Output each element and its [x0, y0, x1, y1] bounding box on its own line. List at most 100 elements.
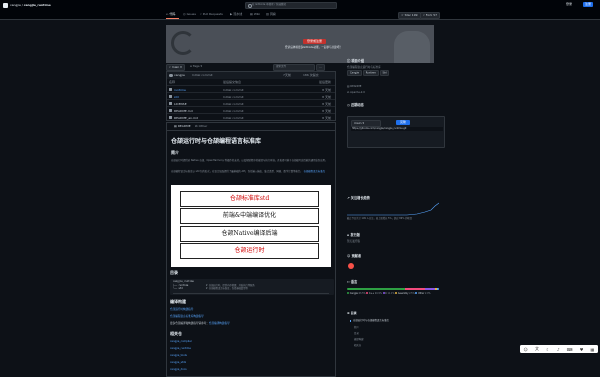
- search-input[interactable]: 在 GitCode 中搜索 / 快速跳转: [245, 2, 337, 9]
- search-placeholder: 在 GitCode 中搜索 / 快速跳转: [252, 3, 287, 6]
- topics: Cangjie Runtime Std: [347, 69, 390, 76]
- grid-icon[interactable]: ▦: [591, 347, 595, 352]
- info-icon: ⓘ: [347, 59, 351, 63]
- contributors-heading: ☺ 贡献者: [347, 254, 362, 258]
- diagram-box-frontend: 前端&中端编译优化: [180, 208, 319, 224]
- book-icon: ▤: [174, 124, 177, 128]
- tag-icon: ⌂: [347, 233, 350, 237]
- file-table: cangjie Initial commit 7天前 186 次提交 名称 最后…: [166, 71, 336, 121]
- related-repo[interactable]: cangjie_compiler: [170, 340, 192, 344]
- nav-item[interactable]: 简介: [354, 326, 359, 329]
- more-button[interactable]: ···: [316, 64, 325, 71]
- tab-wiki[interactable]: ▤ Wiki: [250, 13, 260, 16]
- release-heading: ⌂ 发行版: [347, 233, 360, 237]
- language-bar-segment: [424, 288, 435, 290]
- graph-icon: ▥: [266, 12, 269, 16]
- related-repo[interactable]: cangjie_tools: [170, 354, 187, 358]
- activity-heading: ◷ 近期动态: [347, 103, 364, 107]
- file-search-input[interactable]: 搜索文件: [273, 64, 315, 71]
- gitcode-big-logo: [171, 31, 195, 55]
- license-link[interactable]: ⚖ Apache-2.0: [347, 91, 365, 95]
- register-button[interactable]: 注册: [583, 2, 594, 7]
- trend-icon: ↗: [347, 196, 350, 200]
- related-heading: 相关仓: [170, 331, 182, 336]
- contributor-avatar[interactable]: [348, 263, 354, 269]
- topic-tag[interactable]: Runtime: [362, 69, 379, 76]
- related-repo[interactable]: cangjie_runtime: [170, 347, 191, 351]
- repo-owner[interactable]: cangjie: [10, 3, 21, 7]
- toc-heading: 目录: [170, 270, 178, 275]
- intro-text-1: 仓颉运行时提供对 Native 仓颉、OpenHarmony 等操作的支持，以及…: [171, 159, 328, 162]
- branch-selector[interactable]: ⑂ main ▾: [166, 64, 185, 71]
- stars-sparkline: [347, 202, 440, 216]
- branch-selector[interactable]: main ▾: [351, 120, 381, 127]
- topic-tag[interactable]: Std: [379, 69, 390, 76]
- gitcode-logo[interactable]: [3, 2, 8, 8]
- intro-link[interactable]: 仓颉编程语言标准库: [303, 170, 325, 173]
- nav-item[interactable]: 相关仓: [354, 344, 361, 347]
- build-heading: 编译构建: [170, 299, 186, 304]
- related-repo[interactable]: cangjie_stdx: [170, 361, 186, 365]
- related-repo[interactable]: cangjie_docs: [170, 368, 187, 372]
- readme-tabs: ▤ README ⚖ Other: [167, 123, 335, 131]
- tab-other[interactable]: ⚖ Other: [195, 125, 207, 128]
- star-button[interactable]: ☆ Star 199: [398, 12, 421, 19]
- file-icon: [169, 109, 172, 112]
- topic-tag[interactable]: Cangjie: [347, 69, 362, 76]
- stars-heading: ↗ 关注增长趋势: [347, 196, 370, 200]
- star-icon: ☆: [401, 13, 404, 17]
- mic-icon[interactable]: ♪: [557, 347, 560, 352]
- tab-pipeline[interactable]: ▶ 流水线: [230, 13, 242, 16]
- code-scrollbar[interactable]: [173, 292, 329, 294]
- language-bar-segment: [437, 288, 439, 290]
- keyboard-icon[interactable]: ⌨: [567, 347, 573, 352]
- build-link-std[interactable]: 仓颉编程语言标准库构建指导: [170, 315, 204, 319]
- tab-issues[interactable]: ◎ Issues: [183, 13, 196, 16]
- file-icon: [169, 102, 172, 105]
- diagram-box-runtime: 仓颉运行时: [180, 243, 319, 259]
- emoji-icon[interactable]: ☺: [524, 347, 528, 352]
- clone-button[interactable]: 克隆: [396, 120, 411, 125]
- repo-path[interactable]: cangjie / cangjie_runtime: [10, 3, 51, 7]
- language-item: Cangjie 63.5%: [347, 292, 366, 295]
- nav-item[interactable]: 目录: [354, 332, 359, 335]
- clone-url[interactable]: https://gitcode.com/cangjie/cangjie_runt…: [351, 127, 443, 132]
- activity-icon: ◷: [347, 103, 350, 107]
- pipeline-icon: ▶: [230, 12, 233, 16]
- language-bar: [347, 288, 439, 290]
- last-commit-bar: cangjie Initial commit 7天前 186 次提交: [167, 72, 335, 79]
- moon-icon[interactable]: ☾: [546, 347, 550, 352]
- commit-count[interactable]: 186 次提交: [303, 74, 319, 77]
- nav-item[interactable]: 编译构建: [354, 338, 364, 341]
- language-legend: Cangjie 63.5% C++ 20.9% C 11.1% Assembly…: [347, 292, 443, 295]
- folder-icon: [169, 95, 172, 98]
- repo-tabs: ‹› 代码 ◎ Issues ⑂ Pull Requests ▶ 流水线 ▤ W…: [0, 10, 600, 20]
- nav-item[interactable]: 仓颉运行时与仓颉编程语言标准库: [350, 319, 389, 323]
- tab-pull-requests[interactable]: ⑂ Pull Requests: [200, 13, 223, 16]
- language-item: Assembly 2.5%: [395, 292, 415, 295]
- tab-readme[interactable]: ▤ README: [174, 125, 191, 128]
- languages-heading: ‹› 语言: [347, 280, 358, 284]
- translate-icon[interactable]: 文: [535, 346, 539, 352]
- diagram-box-std: 仓颉标准库std: [180, 191, 319, 207]
- language-bar-segment: [405, 288, 425, 290]
- fork-button[interactable]: ⑂ Fork 57: [420, 12, 441, 19]
- tags-link[interactable]: ⌂ Tags ▾: [190, 65, 202, 68]
- build-link-runtime[interactable]: 仓颉运行时构建指导: [170, 308, 193, 312]
- readme-title: 仓颉运行时与仓颉编程语言标准库: [171, 138, 262, 145]
- tab-code[interactable]: ‹› 代码: [166, 13, 175, 16]
- language-item: C 11.1%: [382, 292, 394, 295]
- table-row[interactable]: README_en.md Initial commit 8 天前: [167, 113, 335, 122]
- language-bar-segment: [347, 288, 406, 290]
- banner-login-button[interactable]: 登录或注册: [303, 39, 327, 44]
- banner-text: 登录后体验更多GitCode功能，一起参与共建吧！: [285, 46, 343, 49]
- language-item: Other 2.0%: [415, 292, 431, 295]
- tab-active-indicator: [166, 18, 179, 19]
- login-button[interactable]: 登录: [566, 3, 572, 6]
- shirt-icon[interactable]: ♥: [580, 347, 584, 352]
- file-toolbar: ⑂ main ▾ ⌂ Tags ▾ 搜索文件 ···: [166, 64, 434, 71]
- scale-icon: ⚖: [195, 124, 198, 128]
- tab-insights[interactable]: ▥ 洞察: [266, 13, 276, 16]
- readme-link[interactable]: ▤ README: [347, 85, 361, 89]
- repo-name[interactable]: cangjie_runtime: [24, 3, 51, 7]
